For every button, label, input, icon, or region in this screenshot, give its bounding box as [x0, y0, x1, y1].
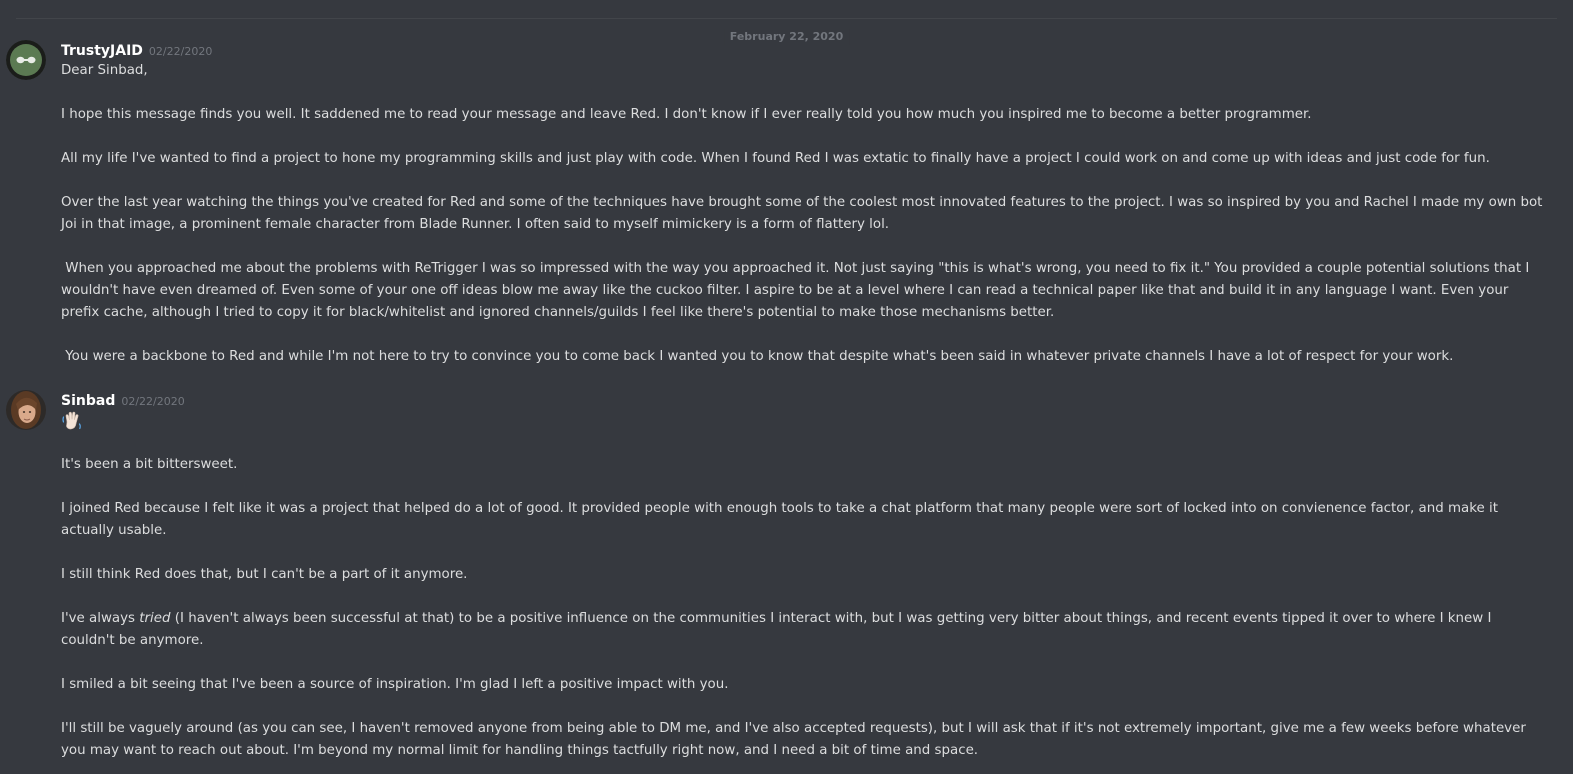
message-paragraph: You were a backbone to Red and while I'm…	[61, 349, 1454, 364]
sinbad-avatar-icon[interactable]	[6, 390, 46, 430]
emphasis-text: tried	[139, 611, 171, 626]
timestamp: 02/22/2020	[148, 45, 213, 58]
message-paragraph: I've always tried (I haven't always been…	[61, 608, 1545, 652]
message-paragraph: I'll still be vaguely around (as you can…	[61, 721, 1526, 758]
message-paragraph: It's been a bit bittersweet.	[61, 457, 238, 472]
waving-hand-emoji-icon	[61, 410, 83, 432]
message-header: TrustyJAID 02/22/2020	[61, 40, 212, 60]
emoji-line	[61, 410, 1545, 432]
message-header: Sinbad 02/22/2020	[61, 390, 185, 410]
message-paragraph: I still think Red does that, but I can't…	[61, 567, 468, 582]
date-divider: February 22, 2020	[16, 18, 1557, 45]
message-paragraph: Over the last year watching the things y…	[61, 195, 1547, 232]
timestamp: 02/22/2020	[121, 395, 185, 408]
message-paragraph: I joined Red because I felt like it was …	[61, 501, 1498, 538]
username[interactable]: TrustyJAID	[61, 43, 143, 59]
message-body: It's been a bit bittersweet. I joined Re…	[61, 410, 1545, 762]
message-paragraph: All my life I've wanted to find a projec…	[61, 151, 1490, 166]
message-text: (I haven't always been successful at tha…	[61, 611, 1496, 648]
date-divider-label: February 22, 2020	[723, 29, 850, 45]
message-paragraph: I smiled a bit seeing that I've been a s…	[61, 677, 729, 692]
username[interactable]: Sinbad	[61, 393, 115, 409]
trustyjaid-avatar-icon[interactable]	[6, 40, 46, 80]
message-body: Dear Sinbad, I hope this message finds y…	[61, 60, 1545, 368]
message-paragraph: I hope this message finds you well. It s…	[61, 107, 1312, 122]
message-paragraph: When you approached me about the problem…	[61, 261, 1534, 320]
message-paragraph: Dear Sinbad,	[61, 63, 148, 78]
message-text: I've always	[61, 611, 140, 626]
